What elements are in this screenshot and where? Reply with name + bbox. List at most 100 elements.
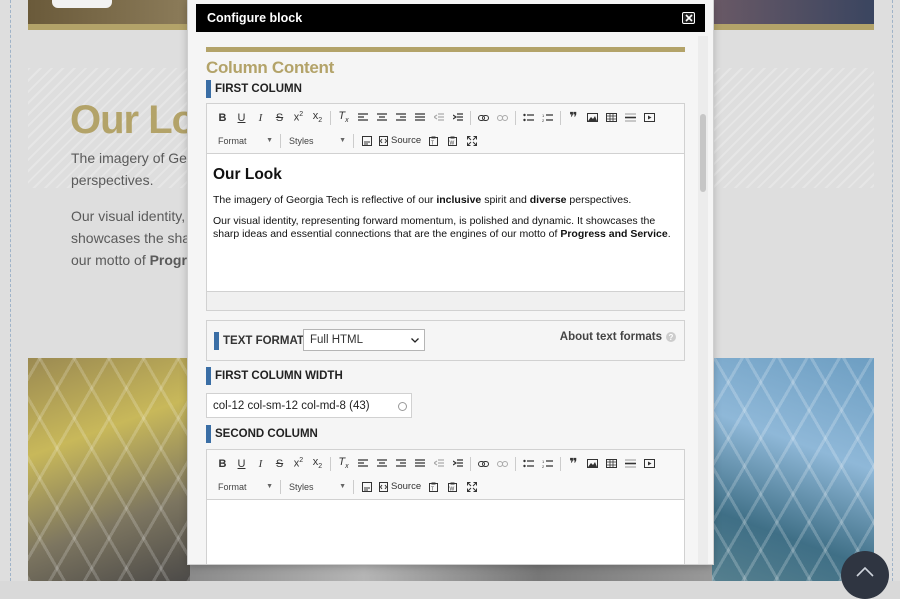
align-right-button[interactable]	[391, 455, 410, 473]
link-icon	[478, 460, 489, 467]
outdent-button[interactable]	[429, 455, 448, 473]
link-button[interactable]	[474, 455, 493, 473]
superscript-button[interactable]: x2	[289, 109, 308, 127]
align-left-button[interactable]	[353, 109, 372, 127]
first-column-editor: B U I S x2 x2 Tx 12 ❞ Format ▼ Styles ▼ …	[206, 103, 685, 311]
dialog-body[interactable]: Column Content FIRST COLUMN B U I S x2 x…	[188, 36, 698, 564]
subscript-button[interactable]: x2	[308, 109, 327, 127]
table-button[interactable]	[602, 109, 621, 127]
horizontal-rule-icon	[625, 113, 636, 122]
numbered-list-button[interactable]: 12	[538, 109, 557, 127]
text-format-select[interactable]: Full HTML	[303, 329, 425, 351]
toolbar-separator	[515, 110, 516, 125]
table-icon	[606, 459, 617, 468]
page-text-line: showcases the sha	[71, 230, 191, 246]
maximize-button[interactable]	[462, 478, 481, 496]
align-left-button[interactable]	[353, 455, 372, 473]
image-button[interactable]	[583, 455, 602, 473]
align-center-button[interactable]	[372, 109, 391, 127]
blockquote-button[interactable]: ❞	[564, 455, 583, 473]
first-column-width-input[interactable]: col-12 col-sm-12 col-md-8 (43)	[206, 393, 412, 418]
templates-button[interactable]	[357, 478, 376, 496]
numbered-list-button[interactable]: 12	[538, 455, 557, 473]
indent-button[interactable]	[448, 455, 467, 473]
subscript-button[interactable]: x2	[308, 455, 327, 473]
unlink-button[interactable]	[493, 455, 512, 473]
toolbar-separator	[353, 133, 354, 148]
help-icon: ?	[666, 332, 676, 342]
horizontal-rule-button[interactable]	[621, 455, 640, 473]
source-button[interactable]: Source	[376, 478, 424, 496]
justify-button[interactable]	[410, 455, 429, 473]
bold-button[interactable]: B	[213, 109, 232, 127]
indent-button[interactable]	[448, 109, 467, 127]
format-dropdown[interactable]: Format ▼	[213, 479, 277, 495]
image-button[interactable]	[583, 109, 602, 127]
blockquote-button[interactable]: ❞	[564, 109, 583, 127]
dialog-scrollbar-thumb[interactable]	[700, 114, 706, 192]
numbered-list-icon: 12	[542, 459, 553, 468]
paste-text-button[interactable]: T	[424, 478, 443, 496]
paste-word-button[interactable]: W	[443, 132, 462, 150]
align-center-button[interactable]	[372, 455, 391, 473]
remove-format-button[interactable]: Tx	[334, 455, 353, 473]
styles-dropdown-label: Styles	[289, 135, 314, 146]
templates-icon	[361, 481, 372, 492]
format-dropdown-label: Format	[218, 135, 247, 146]
horizontal-rule-button[interactable]	[621, 109, 640, 127]
justify-button[interactable]	[410, 109, 429, 127]
bulleted-list-button[interactable]	[519, 455, 538, 473]
editor-toolbar-row: Format ▼ Styles ▼ Source T W	[207, 475, 684, 498]
underline-button[interactable]: U	[232, 109, 251, 127]
first-column-content-area[interactable]: Our Look The imagery of Georgia Tech is …	[207, 153, 684, 291]
chevron-up-icon	[856, 567, 874, 577]
maximize-icon	[466, 135, 477, 146]
outdent-button[interactable]	[429, 109, 448, 127]
bold-button[interactable]: B	[213, 455, 232, 473]
format-dropdown[interactable]: Format ▼	[213, 133, 277, 149]
superscript-button[interactable]: x2	[289, 455, 308, 473]
table-button[interactable]	[602, 455, 621, 473]
bulleted-list-button[interactable]	[519, 109, 538, 127]
templates-button[interactable]	[357, 132, 376, 150]
close-button[interactable]	[682, 12, 695, 24]
source-button[interactable]: Source	[376, 132, 424, 150]
link-button[interactable]	[474, 109, 493, 127]
paste-word-button[interactable]: W	[443, 478, 462, 496]
second-column-label: SECOND COLUMN	[206, 425, 318, 443]
toolbar-separator	[560, 456, 561, 471]
dialog-scrollbar[interactable]	[698, 36, 708, 564]
source-button-label: Source	[391, 481, 422, 492]
underline-button[interactable]: U	[232, 455, 251, 473]
about-text-formats-link[interactable]: About text formats ?	[560, 331, 676, 343]
italic-button[interactable]: I	[251, 455, 270, 473]
format-dropdown-label: Format	[218, 481, 247, 492]
content-paragraph: Our visual identity, representing forwar…	[213, 215, 671, 240]
strikethrough-button[interactable]: S	[270, 109, 289, 127]
editor-toolbar-row: B U I S x2 x2 Tx 12 ❞	[207, 106, 684, 129]
justify-icon	[414, 113, 425, 121]
media-embed-button[interactable]	[640, 109, 659, 127]
second-column-content-area[interactable]	[207, 499, 684, 564]
remove-format-button[interactable]: Tx	[334, 109, 353, 127]
editor-resize-bar[interactable]	[207, 291, 684, 310]
photo-right	[712, 358, 874, 581]
strikethrough-button[interactable]: S	[270, 455, 289, 473]
italic-button[interactable]: I	[251, 109, 270, 127]
unlink-button[interactable]	[493, 109, 512, 127]
text-format-box: TEXT FORMAT Full HTML About text formats…	[206, 320, 685, 361]
align-right-button[interactable]	[391, 109, 410, 127]
scroll-to-top-button[interactable]	[841, 551, 889, 599]
styles-dropdown[interactable]: Styles ▼	[284, 133, 350, 149]
caret-down-icon: ▼	[339, 137, 346, 144]
svg-text:T: T	[431, 140, 434, 146]
page-text-line: our motto of Progre	[71, 252, 195, 268]
maximize-button[interactable]	[462, 132, 481, 150]
configure-block-dialog: Configure block Column Content FIRST COL…	[188, 0, 713, 564]
align-center-icon	[376, 113, 387, 121]
paste-text-button[interactable]: T	[424, 132, 443, 150]
media-embed-button[interactable]	[640, 455, 659, 473]
source-icon	[379, 135, 388, 146]
paste-text-icon: T	[429, 136, 439, 146]
styles-dropdown[interactable]: Styles ▼	[284, 479, 350, 495]
